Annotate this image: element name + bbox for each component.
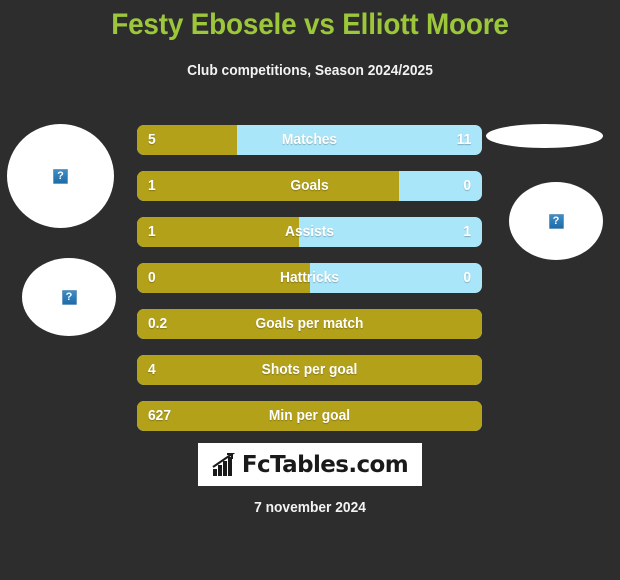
stat-bar-fill-left <box>137 263 310 293</box>
player-photo-right-bottom: ? <box>509 182 603 260</box>
fctables-logo-text: FcTables.com <box>241 451 409 478</box>
stat-bar-fill-left <box>137 309 482 339</box>
page-title: Festy Ebosele vs Elliott Moore <box>111 8 509 41</box>
stat-bar-fill-left <box>137 401 482 431</box>
stat-value-left: 4 <box>148 362 156 378</box>
stat-value-right: 11 <box>456 132 471 148</box>
stat-bar-row: 1 Goals 0 <box>137 171 482 201</box>
stat-value-right: 1 <box>463 224 471 240</box>
player-photo-left-top: ? <box>7 124 114 228</box>
stat-value-left: 1 <box>148 178 156 194</box>
stat-value-right: 0 <box>463 178 471 194</box>
broken-image-icon: ? <box>53 168 68 184</box>
stat-value-left: 0.2 <box>148 316 168 332</box>
stat-bar-row: 1 Assists 1 <box>137 217 482 247</box>
page-subtitle: Club competitions, Season 2024/2025 <box>187 63 433 79</box>
player-photo-left-bottom: ? <box>22 258 116 336</box>
stat-bar-row: 627 Min per goal <box>137 401 482 431</box>
stat-bar-fill-left <box>137 355 482 385</box>
report-date: 7 november 2024 <box>254 500 366 516</box>
stat-comparison-page: Festy Ebosele vs Elliott Moore Club comp… <box>0 0 620 580</box>
stat-bars-list: 5 Matches 11 1 Goals 0 1 Assists 1 0 Hattricks 0 0.2… <box>137 125 482 431</box>
fctables-logo: FcTables.com <box>198 443 422 486</box>
stat-bar-row: 0.2 Goals per match <box>137 309 482 339</box>
broken-image-icon: ? <box>61 289 77 305</box>
stat-bar-fill-left <box>137 171 400 201</box>
stat-value-left: 1 <box>148 224 156 240</box>
bar-chart-icon <box>212 452 236 476</box>
stat-bar-row: 5 Matches 11 <box>137 125 482 155</box>
stat-bar-fill-left <box>137 217 300 247</box>
stat-value-left: 627 <box>148 408 171 424</box>
stat-bar-row: 0 Hattricks 0 <box>137 263 482 293</box>
stat-value-right: 0 <box>463 270 471 286</box>
stat-value-left: 0 <box>148 270 156 286</box>
stat-value-left: 5 <box>148 132 156 148</box>
broken-image-icon: ? <box>548 213 564 229</box>
stat-bar-row: 4 Shots per goal <box>137 355 482 385</box>
player-photo-right-top <box>486 124 603 148</box>
